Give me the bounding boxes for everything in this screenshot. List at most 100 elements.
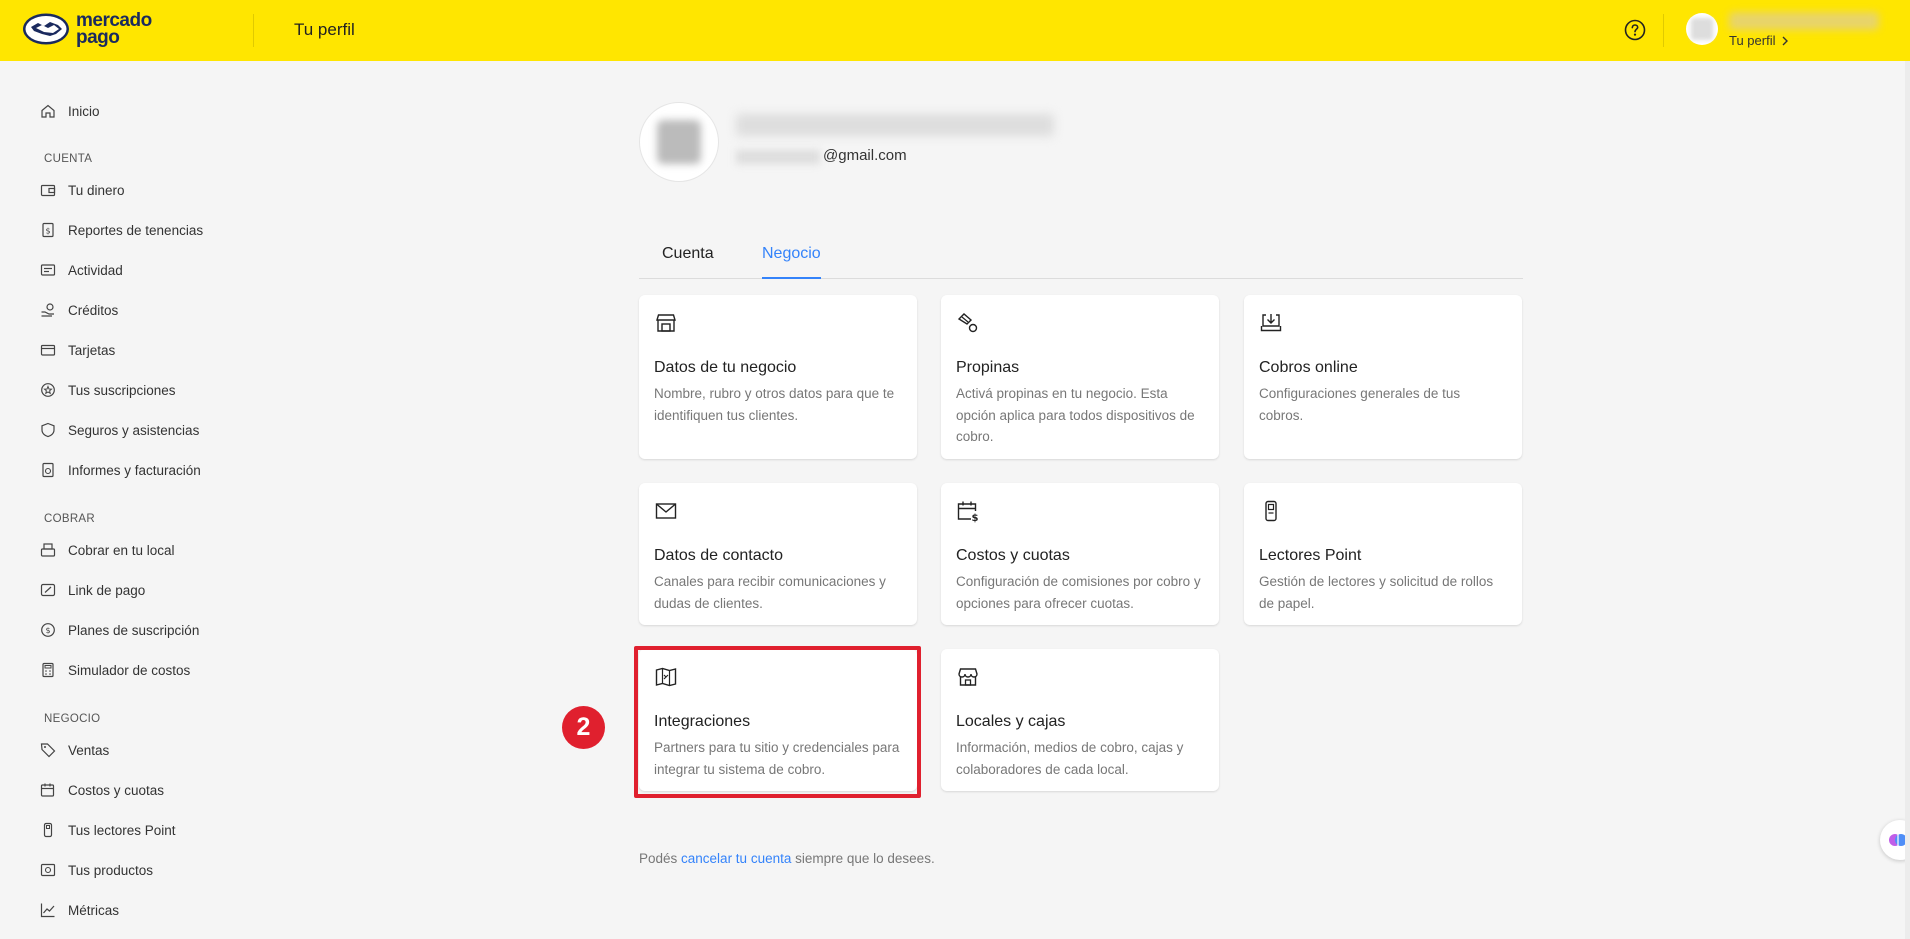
sidebar: Inicio CUENTA Tu dinero $ Reportes de te…: [0, 61, 300, 939]
calendar-icon: [40, 783, 55, 797]
sidebar-item-label: Tus productos: [68, 862, 154, 878]
sidebar-item-productos[interactable]: Tus productos: [40, 859, 153, 881]
chevron-right-icon: [1782, 36, 1789, 45]
sidebar-item-label: Reportes de tenencias: [68, 222, 204, 238]
help-icon[interactable]: [1624, 19, 1646, 41]
mercado-pago-logo[interactable]: mercado pago: [22, 11, 152, 48]
sidebar-item-seguros[interactable]: Seguros y asistencias: [40, 419, 199, 441]
card-description: Partners para tu sitio y credenciales pa…: [654, 740, 900, 777]
report-icon: $: [42, 222, 54, 238]
card-description: Gestión de lectores y solicitud de rollo…: [1259, 574, 1494, 611]
card-description: Información, medios de cobro, cajas y co…: [956, 740, 1184, 777]
handshake-logo-icon: [23, 13, 69, 45]
svg-text:$: $: [972, 513, 979, 523]
sidebar-item-label: Simulador de costos: [68, 662, 191, 678]
sidebar-item-planes[interactable]: $ Planes de suscripción: [40, 619, 199, 641]
card-title: Costos y cuotas: [956, 547, 1070, 564]
profile-email: @gmail.com: [823, 147, 907, 164]
tab-negocio[interactable]: Negocio: [762, 245, 821, 279]
chart-line-icon: [40, 903, 55, 918]
activity-icon: [40, 264, 56, 276]
sidebar-item-tu-dinero[interactable]: Tu dinero: [40, 179, 125, 201]
sidebar-item-reportes[interactable]: $ Reportes de tenencias: [40, 219, 203, 241]
card-cobros-online[interactable]: Cobros online Configuraciones generales …: [1244, 295, 1522, 459]
sidebar-item-label: Créditos: [68, 302, 119, 318]
card-description: Configuraciones generales de tus cobros.: [1259, 386, 1461, 423]
profile-avatar[interactable]: [639, 102, 719, 182]
sidebar-item-label: Planes de suscripción: [68, 622, 200, 638]
profile-link[interactable]: Tu perfil: [1729, 33, 1789, 48]
card-costos-cuotas[interactable]: $ Costos y cuotas Configuración de comis…: [941, 483, 1219, 625]
product-box-icon: [40, 863, 56, 877]
sidebar-item-costos[interactable]: Costos y cuotas: [40, 779, 164, 801]
card-title: Lectores Point: [1259, 547, 1362, 564]
subscription-star-icon: [41, 383, 55, 397]
card-locales-cajas[interactable]: Locales y cajas Información, medios de c…: [941, 649, 1219, 791]
top-bar: mercado pago Tu perfil Tu perfil: [0, 0, 1910, 61]
credit-hand-icon: [41, 303, 54, 317]
sidebar-item-label: Cobrar en tu local: [68, 542, 175, 558]
sidebar-item-creditos[interactable]: Créditos: [40, 299, 118, 321]
invoice-icon: [42, 462, 54, 478]
sidebar-item-suscripciones[interactable]: Tus suscripciones: [40, 379, 176, 401]
sidebar-item-label: Informes y facturación: [68, 462, 201, 478]
cancel-account-link[interactable]: cancelar tu cuenta: [681, 851, 791, 866]
envelope-icon: [655, 503, 677, 519]
card-lectores-point[interactable]: Lectores Point Gestión de lectores y sol…: [1244, 483, 1522, 625]
card-title: Propinas: [956, 359, 1020, 376]
sidebar-item-tarjetas[interactable]: Tarjetas: [40, 339, 115, 361]
profile-tabs: Cuenta Negocio: [639, 237, 1523, 279]
home-icon: [41, 104, 55, 118]
sidebar-item-inicio[interactable]: Inicio: [40, 100, 100, 122]
profile-link-label: Tu perfil: [1729, 33, 1776, 48]
tag-icon: [40, 743, 56, 758]
card-datos-contacto[interactable]: Datos de contacto Canales para recibir c…: [639, 483, 917, 625]
step-badge: 2: [562, 706, 605, 749]
logo-line-2: pago: [76, 27, 120, 48]
sidebar-item-cobrar-local[interactable]: Cobrar en tu local: [40, 539, 175, 561]
sidebar-item-actividad[interactable]: Actividad: [40, 259, 123, 281]
sidebar-item-simulador[interactable]: Simulador de costos: [40, 659, 190, 681]
page-title: Tu perfil: [294, 20, 355, 39]
sidebar-item-label: Tu dinero: [68, 182, 125, 198]
svg-text:$: $: [45, 227, 50, 236]
card-propinas[interactable]: Propinas Activá propinas en tu negocio. …: [941, 295, 1219, 459]
footer-suffix: siempre que lo desees.: [791, 851, 935, 866]
card-title: Datos de contacto: [654, 547, 783, 564]
card-description: Nombre, rubro y otros datos para que te …: [654, 386, 895, 423]
scrollbar[interactable]: [1905, 61, 1910, 939]
sidebar-item-label: Métricas: [68, 902, 120, 918]
download-icon: [1260, 314, 1282, 332]
email-redacted: [736, 150, 820, 164]
profile-name-redacted: [736, 114, 1054, 136]
sidebar-section-cobrar: COBRAR: [44, 513, 96, 525]
sidebar-item-informes[interactable]: Informes y facturación: [40, 459, 201, 481]
user-name-redacted: [1729, 12, 1879, 30]
tab-cuenta[interactable]: Cuenta: [662, 245, 714, 277]
card-icon: [40, 344, 56, 356]
card-integraciones[interactable]: Integraciones Partners para tu sitio y c…: [639, 649, 917, 791]
card-title: Locales y cajas: [956, 713, 1066, 730]
link-icon: [40, 583, 56, 597]
sidebar-item-label: Tarjetas: [68, 342, 116, 358]
sidebar-item-label: Actividad: [68, 262, 123, 278]
footer-note: Podés cancelar tu cuenta siempre que lo …: [639, 851, 935, 866]
sidebar-item-label: Tus suscripciones: [68, 382, 176, 398]
header-divider-left: [253, 14, 254, 47]
store-icon: [656, 314, 676, 332]
sidebar-section-cuenta: CUENTA: [44, 153, 93, 165]
card-datos-negocio[interactable]: Datos de tu negocio Nombre, rubro y otro…: [639, 295, 917, 459]
sidebar-item-lectores[interactable]: Tus lectores Point: [40, 819, 176, 841]
point-reader-icon: [43, 822, 53, 838]
sidebar-item-metricas[interactable]: Métricas: [40, 899, 119, 921]
sidebar-item-label: Ventas: [68, 742, 110, 758]
calculator-icon: [42, 662, 54, 678]
avatar[interactable]: [1686, 13, 1718, 45]
sidebar-item-label: Inicio: [68, 103, 100, 119]
sidebar-item-ventas[interactable]: Ventas: [40, 739, 109, 761]
wallet-icon: [40, 184, 56, 197]
svg-text:$: $: [45, 626, 50, 635]
shop-front-icon: [958, 668, 978, 686]
card-title: Datos de tu negocio: [654, 359, 797, 376]
sidebar-item-link-pago[interactable]: Link de pago: [40, 579, 145, 601]
